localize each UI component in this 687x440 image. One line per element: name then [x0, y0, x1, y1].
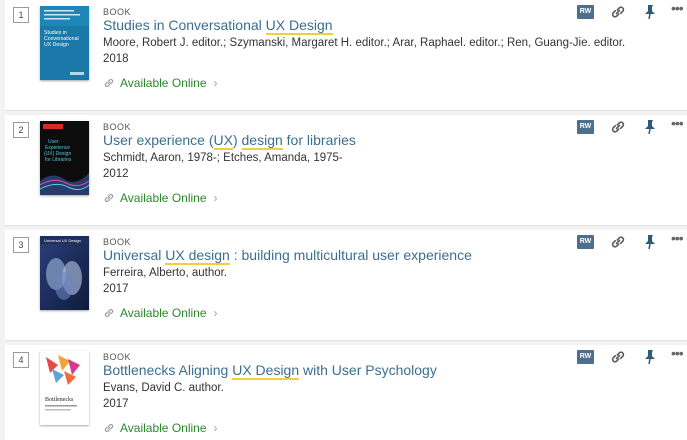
pin-icon[interactable] [641, 3, 659, 21]
result-actions: RW ••• [577, 231, 687, 255]
title-text: User experience ( [103, 132, 214, 148]
availability-label: Available Online [120, 191, 207, 205]
svg-text:Bottlenecks: Bottlenecks [45, 397, 74, 403]
chevron-right-icon: › [213, 76, 218, 90]
availability-label: Available Online [120, 306, 207, 320]
refworks-icon[interactable]: RW [577, 235, 594, 249]
result-title-link[interactable]: Bottlenecks Aligning UX Design with User… [103, 362, 437, 380]
book-cover-thumbnail[interactable]: Bottlenecks [40, 351, 89, 425]
result-actions: RW ••• [577, 346, 687, 370]
refworks-icon[interactable]: RW [577, 120, 594, 134]
result-number: 1 [13, 7, 29, 23]
authors: Moore, Robert J. editor.; Szymanski, Mar… [103, 37, 626, 49]
refworks-icon[interactable]: RW [577, 5, 594, 19]
result-title-link[interactable]: Universal UX design : building multicult… [103, 247, 472, 265]
title-highlight: design [241, 132, 283, 150]
title-text: : building multicultural user experience [229, 247, 472, 263]
resource-type: BOOK [103, 7, 132, 17]
more-options-icon[interactable]: ••• [671, 346, 685, 366]
result-number: 4 [13, 352, 29, 368]
title-highlight: UX [213, 132, 233, 150]
availability-link[interactable]: Available Online › [103, 306, 218, 320]
result-item: 4 Bottlenecks BOOK Bottlenecks Aligning … [5, 345, 687, 440]
result-item: 3 Universal UX Design BOOK Universal UX [5, 230, 687, 341]
result-number: 3 [13, 237, 29, 253]
chevron-right-icon: › [213, 306, 218, 320]
title-highlight: UX Design [265, 17, 333, 35]
permalink-icon[interactable] [609, 118, 627, 136]
title-text: ) [232, 132, 242, 148]
result-number: 2 [13, 122, 29, 138]
title-text: with User Psychology [299, 362, 437, 378]
title-highlight: UX design [165, 247, 230, 265]
resource-type: BOOK [103, 122, 132, 132]
book-cover-thumbnail[interactable]: Studies in Conversational UX Design [40, 6, 89, 80]
title-highlight: UX Design [232, 362, 300, 380]
more-options-icon[interactable]: ••• [671, 231, 685, 251]
availability-link[interactable]: Available Online › [103, 421, 218, 435]
link-icon [104, 194, 114, 202]
resource-type: BOOK [103, 237, 132, 247]
link-icon [104, 424, 114, 432]
authors: Schmidt, Aaron, 1978-; Etches, Amanda, 1… [103, 152, 343, 164]
pin-icon[interactable] [641, 348, 659, 366]
availability-label: Available Online [120, 421, 207, 435]
result-actions: RW ••• [577, 1, 687, 25]
book-cover-thumbnail[interactable]: User Experience (UX) Design for Librarie… [40, 121, 89, 195]
result-title-link[interactable]: Studies in Conversational UX Design [103, 17, 333, 35]
refworks-icon[interactable]: RW [577, 350, 594, 364]
authors: Evans, David C. author. [103, 382, 224, 394]
authors: Ferreira, Alberto, author. [103, 267, 228, 279]
result-item: 1 Studies in Conversational UX Design BO… [5, 0, 687, 111]
more-options-icon[interactable]: ••• [671, 1, 685, 21]
title-text: Studies in Conversational [103, 17, 266, 33]
publication-year: 2017 [103, 398, 129, 410]
chevron-right-icon: › [213, 191, 218, 205]
link-icon [104, 79, 114, 87]
chevron-right-icon: › [213, 421, 218, 435]
permalink-icon[interactable] [609, 3, 627, 21]
publication-year: 2017 [103, 283, 129, 295]
title-text: Universal [103, 247, 166, 263]
permalink-icon[interactable] [609, 348, 627, 366]
publication-year: 2018 [103, 53, 129, 65]
svg-text:UX Design: UX Design [44, 42, 69, 48]
resource-type: BOOK [103, 352, 132, 362]
permalink-icon[interactable] [609, 233, 627, 251]
publication-year: 2012 [103, 168, 129, 180]
availability-link[interactable]: Available Online › [103, 76, 218, 90]
availability-link[interactable]: Available Online › [103, 191, 218, 205]
more-options-icon[interactable]: ••• [671, 116, 685, 136]
results-list: 1 Studies in Conversational UX Design BO… [0, 0, 687, 440]
link-icon [104, 309, 114, 317]
title-text: Bottlenecks Aligning [103, 362, 233, 378]
availability-label: Available Online [120, 76, 207, 90]
svg-text:Universal UX Design: Universal UX Design [44, 238, 81, 243]
result-title-link[interactable]: User experience (UX) design for librarie… [103, 132, 356, 150]
book-cover-thumbnail[interactable]: Universal UX Design [40, 236, 89, 310]
result-actions: RW ••• [577, 116, 687, 140]
result-item: 2 User Experience (UX) Design for Librar… [5, 115, 687, 226]
svg-text:for Libraries: for Libraries [45, 157, 72, 163]
pin-icon[interactable] [641, 118, 659, 136]
title-text: for libraries [282, 132, 356, 148]
pin-icon[interactable] [641, 233, 659, 251]
